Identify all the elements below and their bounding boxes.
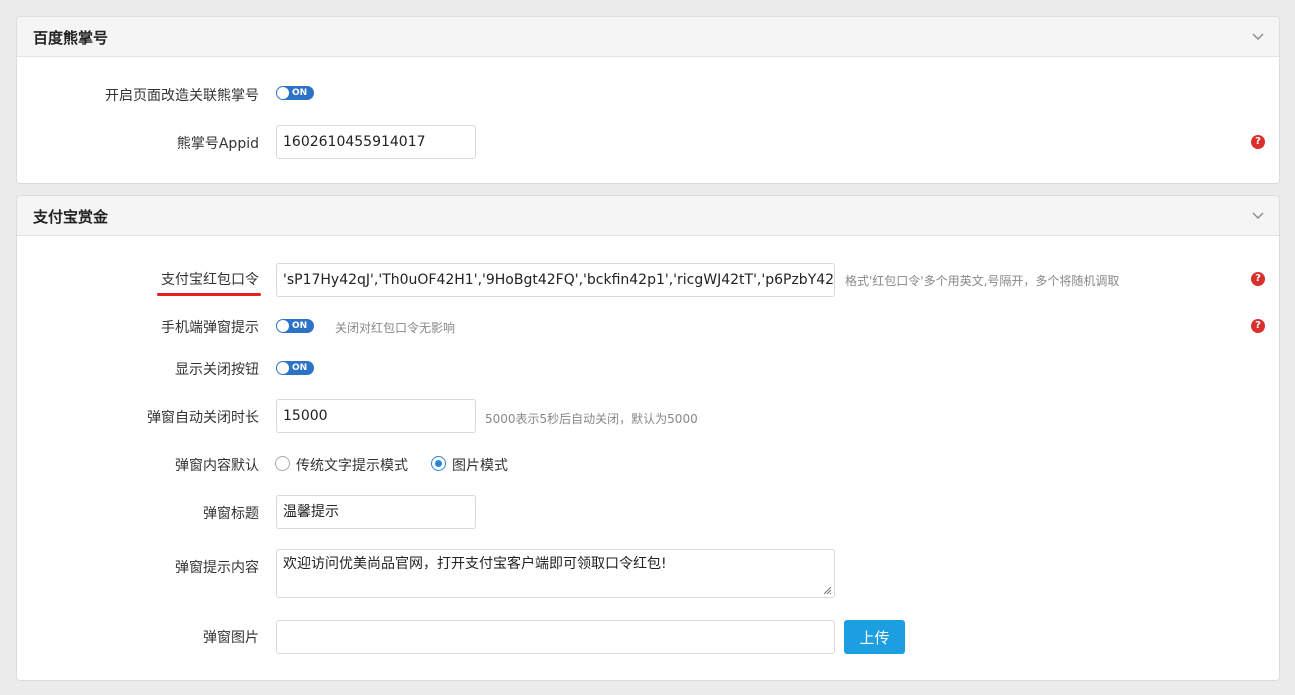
popup-content-label: 弹窗提示内容 <box>175 560 259 576</box>
toggle-text: ON <box>292 88 308 98</box>
chevron-down-icon[interactable] <box>1251 29 1265 43</box>
panel-header[interactable]: 百度熊掌号 <box>17 17 1279 57</box>
appid-label: 熊掌号Appid <box>176 136 259 152</box>
enable-xiongzhang-label: 开启页面改造关联熊掌号 <box>105 88 259 104</box>
panel-baidu-xiongzhang: 百度熊掌号 开启页面改造关联熊掌号 ON 熊掌号Appid 1602610455… <box>16 16 1280 184</box>
appid-input[interactable]: 1602610455914017 <box>276 125 476 159</box>
toggle-knob <box>277 362 289 374</box>
panel-title: 支付宝赏金 <box>33 208 109 226</box>
popup-content-textarea[interactable]: 欢迎访问优美尚品官网，打开支付宝客户端即可领取口令红包! <box>276 549 835 598</box>
help-icon[interactable]: ? <box>1251 319 1265 333</box>
help-icon[interactable]: ? <box>1251 272 1265 286</box>
popup-title-label: 弹窗标题 <box>203 506 259 522</box>
chevron-down-icon[interactable] <box>1251 208 1265 222</box>
radio-text-mode[interactable] <box>275 456 290 471</box>
mobile-popup-label: 手机端弹窗提示 <box>161 320 259 336</box>
toggle-text: ON <box>292 363 308 373</box>
radio-image-mode[interactable] <box>431 456 446 471</box>
alipay-code-label: 支付宝红包口令 <box>161 272 259 288</box>
panel-header[interactable]: 支付宝赏金 <box>17 196 1279 236</box>
radio-text-mode-label[interactable]: 传统文字提示模式 <box>296 455 408 475</box>
content-default-label: 弹窗内容默认 <box>175 458 259 474</box>
upload-button[interactable]: 上传 <box>844 620 905 654</box>
resize-grip-icon[interactable] <box>823 586 832 595</box>
toggle-knob <box>277 320 289 332</box>
mobile-popup-hint: 关闭对红包口令无影响 <box>335 321 456 335</box>
popup-content-text: 欢迎访问优美尚品官网，打开支付宝客户端即可领取口令红包! <box>283 556 667 572</box>
toggle-knob <box>277 87 289 99</box>
panel-title: 百度熊掌号 <box>33 29 109 47</box>
enable-xiongzhang-toggle[interactable]: ON <box>276 86 314 100</box>
radio-image-mode-label[interactable]: 图片模式 <box>452 455 508 475</box>
popup-title-input[interactable]: 温馨提示 <box>276 495 476 529</box>
show-close-button-toggle[interactable]: ON <box>276 361 314 375</box>
popup-image-label: 弹窗图片 <box>203 630 259 646</box>
auto-close-input[interactable]: 15000 <box>276 399 476 433</box>
alipay-code-hint: 格式'红包口令'多个用英文,号隔开，多个将随机调取 <box>845 274 1120 288</box>
label-underline <box>157 293 261 296</box>
mobile-popup-toggle[interactable]: ON <box>276 319 314 333</box>
help-icon[interactable]: ? <box>1251 135 1265 149</box>
alipay-code-input[interactable]: 'sP17Hy42qJ','Th0uOF42H1','9HoBgt42FQ','… <box>276 263 835 297</box>
show-close-button-label: 显示关闭按钮 <box>175 362 259 378</box>
panel-alipay-reward: 支付宝赏金 支付宝红包口令 'sP17Hy42qJ','Th0uOF42H1',… <box>16 195 1280 681</box>
popup-image-input[interactable] <box>276 620 835 654</box>
auto-close-hint: 5000表示5秒后自动关闭，默认为5000 <box>485 412 698 426</box>
auto-close-label: 弹窗自动关闭时长 <box>147 410 259 426</box>
toggle-text: ON <box>292 321 308 331</box>
